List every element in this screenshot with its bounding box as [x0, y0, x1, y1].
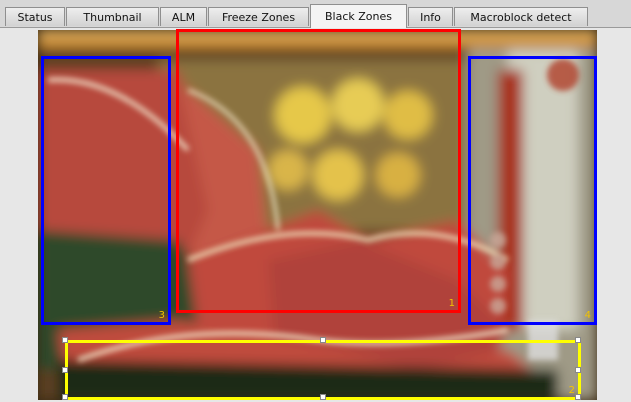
tab-status[interactable]: Status [5, 7, 65, 26]
tab-freeze-zones[interactable]: Freeze Zones [208, 7, 309, 26]
black-zone-1[interactable]: 1 [176, 29, 461, 313]
tab-info[interactable]: Info [408, 7, 453, 26]
resize-handle-top[interactable] [320, 337, 326, 343]
resize-handle-bottom-right[interactable] [575, 394, 581, 400]
resize-handle-left[interactable] [62, 367, 68, 373]
zone-number-4: 4 [584, 310, 591, 321]
black-zone-3[interactable]: 3 [41, 56, 171, 325]
tab-black-zones[interactable]: Black Zones [310, 4, 407, 28]
black-zone-4[interactable]: 4 [468, 56, 597, 325]
zone-number-1: 1 [448, 298, 455, 309]
tab-alm[interactable]: ALM [160, 7, 207, 26]
tab-thumbnail[interactable]: Thumbnail [66, 7, 159, 26]
zone-number-3: 3 [158, 310, 165, 321]
resize-handle-right[interactable] [575, 367, 581, 373]
tab-bar: Status Thumbnail ALM Freeze Zones Black … [0, 0, 631, 28]
resize-handle-bottom[interactable] [320, 394, 326, 400]
black-zone-2[interactable]: 2 [65, 340, 581, 400]
resize-handle-top-right[interactable] [575, 337, 581, 343]
tab-macroblock-detect[interactable]: Macroblock detect [454, 7, 588, 26]
resize-handle-top-left[interactable] [62, 337, 68, 343]
resize-handle-bottom-left[interactable] [62, 394, 68, 400]
